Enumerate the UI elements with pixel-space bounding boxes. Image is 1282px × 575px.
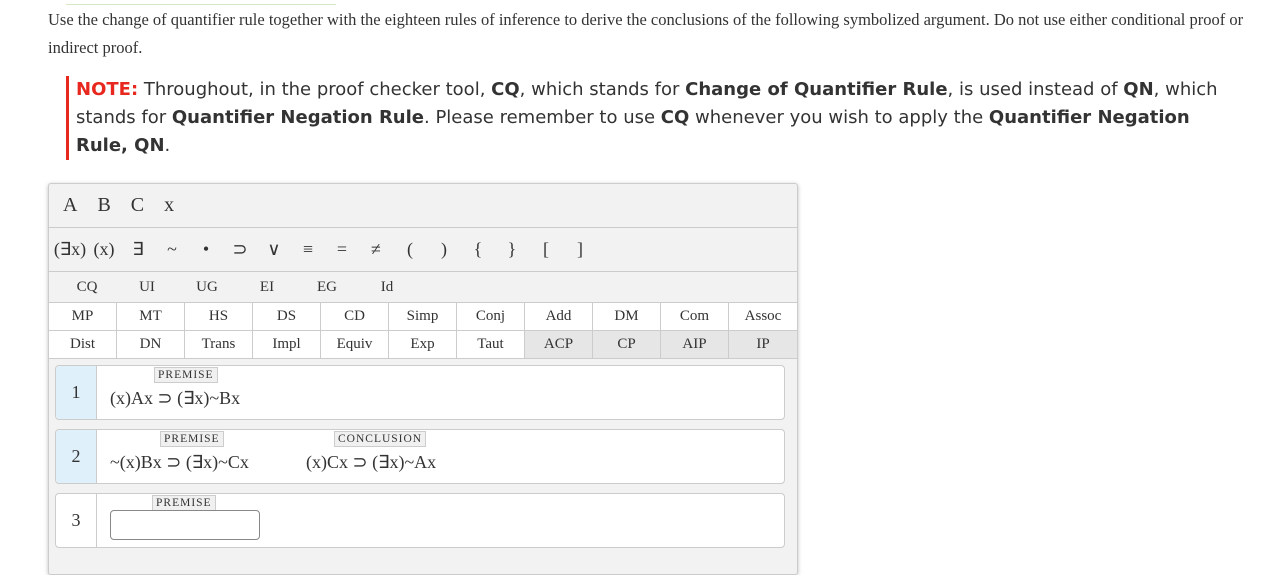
formula-input[interactable] <box>110 510 260 540</box>
rule-button-ds[interactable]: DS <box>253 303 321 331</box>
note-bold: Quantifier Negation Rule <box>171 107 424 128</box>
symbol-button[interactable]: [ <box>529 239 563 260</box>
symbol-button[interactable]: = <box>325 239 359 260</box>
divider <box>66 4 336 5</box>
rule-button-dn[interactable]: DN <box>117 331 185 359</box>
letter-button[interactable]: B <box>97 194 110 217</box>
conclusion-formula: (x)Cx ⊃ (∃x)~Ax <box>306 452 437 472</box>
rule-button-conj[interactable]: Conj <box>457 303 525 331</box>
letter-button[interactable]: C <box>131 194 144 217</box>
note-bold: CQ <box>660 107 690 128</box>
letter-toolbar: ABCx <box>49 184 797 228</box>
rule-button-ug[interactable]: UG <box>177 279 237 296</box>
symbol-button[interactable]: ∃ <box>121 239 155 260</box>
rule-button-add[interactable]: Add <box>525 303 593 331</box>
rule-button-eg[interactable]: EG <box>297 279 357 296</box>
instructions: Use the change of quantifier rule togeth… <box>48 10 1244 57</box>
note-box: NOTE: Throughout, in the proof checker t… <box>66 76 1236 160</box>
symbol-button[interactable]: ⊃ <box>223 239 257 260</box>
formula: ~(x)Bx ⊃ (∃x)~Cx <box>110 452 249 472</box>
line-number: 2 <box>56 430 97 483</box>
rule-button-dm[interactable]: DM <box>593 303 661 331</box>
letter-button[interactable]: A <box>63 194 77 217</box>
note-bold: CQ <box>491 79 520 100</box>
rule-button-id[interactable]: Id <box>357 279 417 296</box>
rule-button-assoc[interactable]: Assoc <box>729 303 797 331</box>
symbol-button[interactable]: ] <box>563 239 597 260</box>
rule-button-cp[interactable]: CP <box>593 331 661 359</box>
rules-grid: MP MT HS DS CD Simp Conj Add DM Com Assoc Dist DN Tra… <box>49 303 797 359</box>
symbol-button[interactable]: { <box>461 239 495 260</box>
rule-button-acp[interactable]: ACP <box>525 331 593 359</box>
symbol-button[interactable]: (x) <box>87 239 121 260</box>
note-text: . <box>164 135 171 156</box>
rule-button-ui[interactable]: UI <box>117 279 177 296</box>
proof-line-1: 1 PREMISE (x)Ax ⊃ (∃x)~Bx <box>55 365 785 420</box>
note-text: , which stands for <box>519 79 686 100</box>
rule-button-impl[interactable]: Impl <box>253 331 321 359</box>
rule-button-cq[interactable]: CQ <box>57 279 117 296</box>
symbol-button[interactable]: ≠ <box>359 239 393 260</box>
rule-button-cd[interactable]: CD <box>321 303 389 331</box>
rule-button-hs[interactable]: HS <box>185 303 253 331</box>
letter-button[interactable]: x <box>164 194 174 217</box>
rule-button-ei[interactable]: EI <box>237 279 297 296</box>
proof-line-3: 3 PREMISE <box>55 493 785 548</box>
note-text: , is used instead of <box>947 79 1124 100</box>
proof-line-2: 2 PREMISE ~(x)Bx ⊃ (∃x)~Cx CONCLUSION (x… <box>55 429 785 484</box>
line-number: 3 <box>56 494 97 547</box>
rule-button-mp[interactable]: MP <box>49 303 117 331</box>
symbol-button[interactable]: (∃x) <box>53 239 87 260</box>
quantifier-rules-toolbar: CQ UI UG EI EG Id <box>49 272 797 303</box>
note-text: Throughout, in the proof checker tool, <box>138 79 492 100</box>
proof-lines: 1 PREMISE (x)Ax ⊃ (∃x)~Bx 2 PREMISE ~(x)… <box>55 365 785 557</box>
rule-button-exp[interactable]: Exp <box>389 331 457 359</box>
rule-button-com[interactable]: Com <box>661 303 729 331</box>
rule-button-trans[interactable]: Trans <box>185 331 253 359</box>
symbol-button[interactable]: ∨ <box>257 239 291 260</box>
rule-button-taut[interactable]: Taut <box>457 331 525 359</box>
note-label: NOTE: <box>76 79 139 100</box>
note-bold: QN <box>1123 79 1154 100</box>
proof-checker: ABCx (∃x) (x) ∃ ~ • ⊃ ∨ ≡ = ≠(){}[] CQ UI UG EI EG Id … <box>48 183 798 575</box>
rule-button-simp[interactable]: Simp <box>389 303 457 331</box>
formula: (x)Ax ⊃ (∃x)~Bx <box>110 388 241 408</box>
note-text: . Please remember to use <box>424 107 661 128</box>
premise-tag: PREMISE <box>160 431 224 447</box>
premise-tag: PREMISE <box>152 495 216 511</box>
note-text: whenever you wish to apply the <box>689 107 989 128</box>
rule-button-ip[interactable]: IP <box>729 331 797 359</box>
symbol-button[interactable]: ( <box>393 239 427 260</box>
symbol-button[interactable]: ~ <box>155 239 189 260</box>
rule-button-equiv[interactable]: Equiv <box>321 331 389 359</box>
symbol-button[interactable]: ≡ <box>291 239 325 260</box>
symbol-button[interactable]: • <box>189 239 223 260</box>
rule-button-mt[interactable]: MT <box>117 303 185 331</box>
rule-button-dist[interactable]: Dist <box>49 331 117 359</box>
symbol-toolbar: (∃x) (x) ∃ ~ • ⊃ ∨ ≡ = ≠(){}[] <box>49 228 797 272</box>
symbol-button[interactable]: ) <box>427 239 461 260</box>
note-bold: Change of Quantifier Rule <box>685 79 948 100</box>
rule-button-aip[interactable]: AIP <box>661 331 729 359</box>
conclusion-tag: CONCLUSION <box>334 431 427 447</box>
premise-tag: PREMISE <box>154 367 218 383</box>
symbol-button[interactable]: } <box>495 239 529 260</box>
line-number: 1 <box>56 366 97 419</box>
